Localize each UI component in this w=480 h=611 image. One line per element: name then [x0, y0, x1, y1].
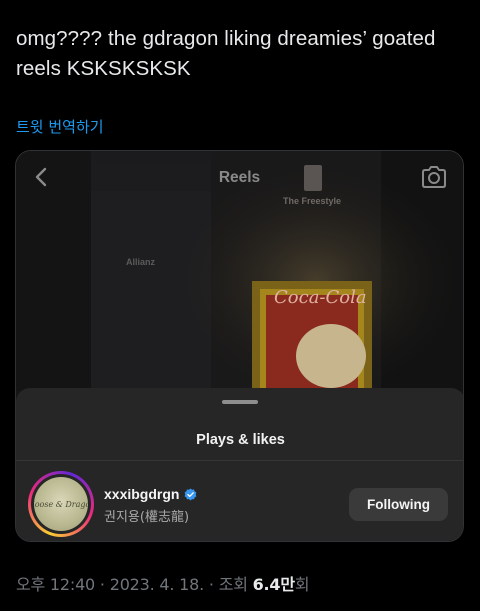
embedded-media[interactable]: The Freestyle Allianz Coca-Cola Reels Pl… — [15, 150, 464, 542]
username[interactable]: xxxibgdrgn — [104, 486, 179, 502]
tweet-time[interactable]: 오후 12:40 — [16, 575, 95, 594]
user-name-row: xxxibgdrgn — [104, 486, 197, 502]
story-ring[interactable]: Moose & Dragon — [28, 471, 94, 537]
views-label: 조회 — [218, 575, 253, 594]
sheet-grabber[interactable] — [222, 400, 258, 404]
reels-top-bar: Reels — [16, 151, 463, 203]
avatar: Moose & Dragon — [34, 477, 88, 531]
full-name: 권지용(權志龍) — [104, 510, 190, 525]
sign-allianz: Allianz — [126, 257, 156, 267]
following-button[interactable]: Following — [349, 488, 448, 521]
meta-separator: · — [95, 575, 110, 594]
sheet-divider — [16, 460, 463, 461]
plays-likes-sheet: Plays & likes Moose & Dragon xxxibgdrgn … — [16, 388, 463, 541]
reels-title: Reels — [218, 169, 261, 186]
tweet-date[interactable]: 2023. 4. 18. — [110, 575, 204, 594]
sheet-title: Plays & likes — [196, 432, 285, 448]
tweet-meta: 오후 12:40 · 2023. 4. 18. · 조회 6.4만회 — [16, 571, 310, 595]
views-suffix: 회 — [294, 575, 310, 594]
camera-icon[interactable] — [420, 164, 448, 190]
verified-badge-icon — [185, 488, 197, 500]
sign-coca-cola: Coca-Cola — [274, 287, 367, 308]
translate-tweet-link[interactable]: 트윗 번역하기 — [16, 116, 104, 137]
tweet-text: omg???? the gdragon liking dreamies’ goa… — [16, 27, 436, 80]
views-count: 6.4만 — [252, 575, 295, 594]
meta-separator: · — [204, 575, 219, 594]
